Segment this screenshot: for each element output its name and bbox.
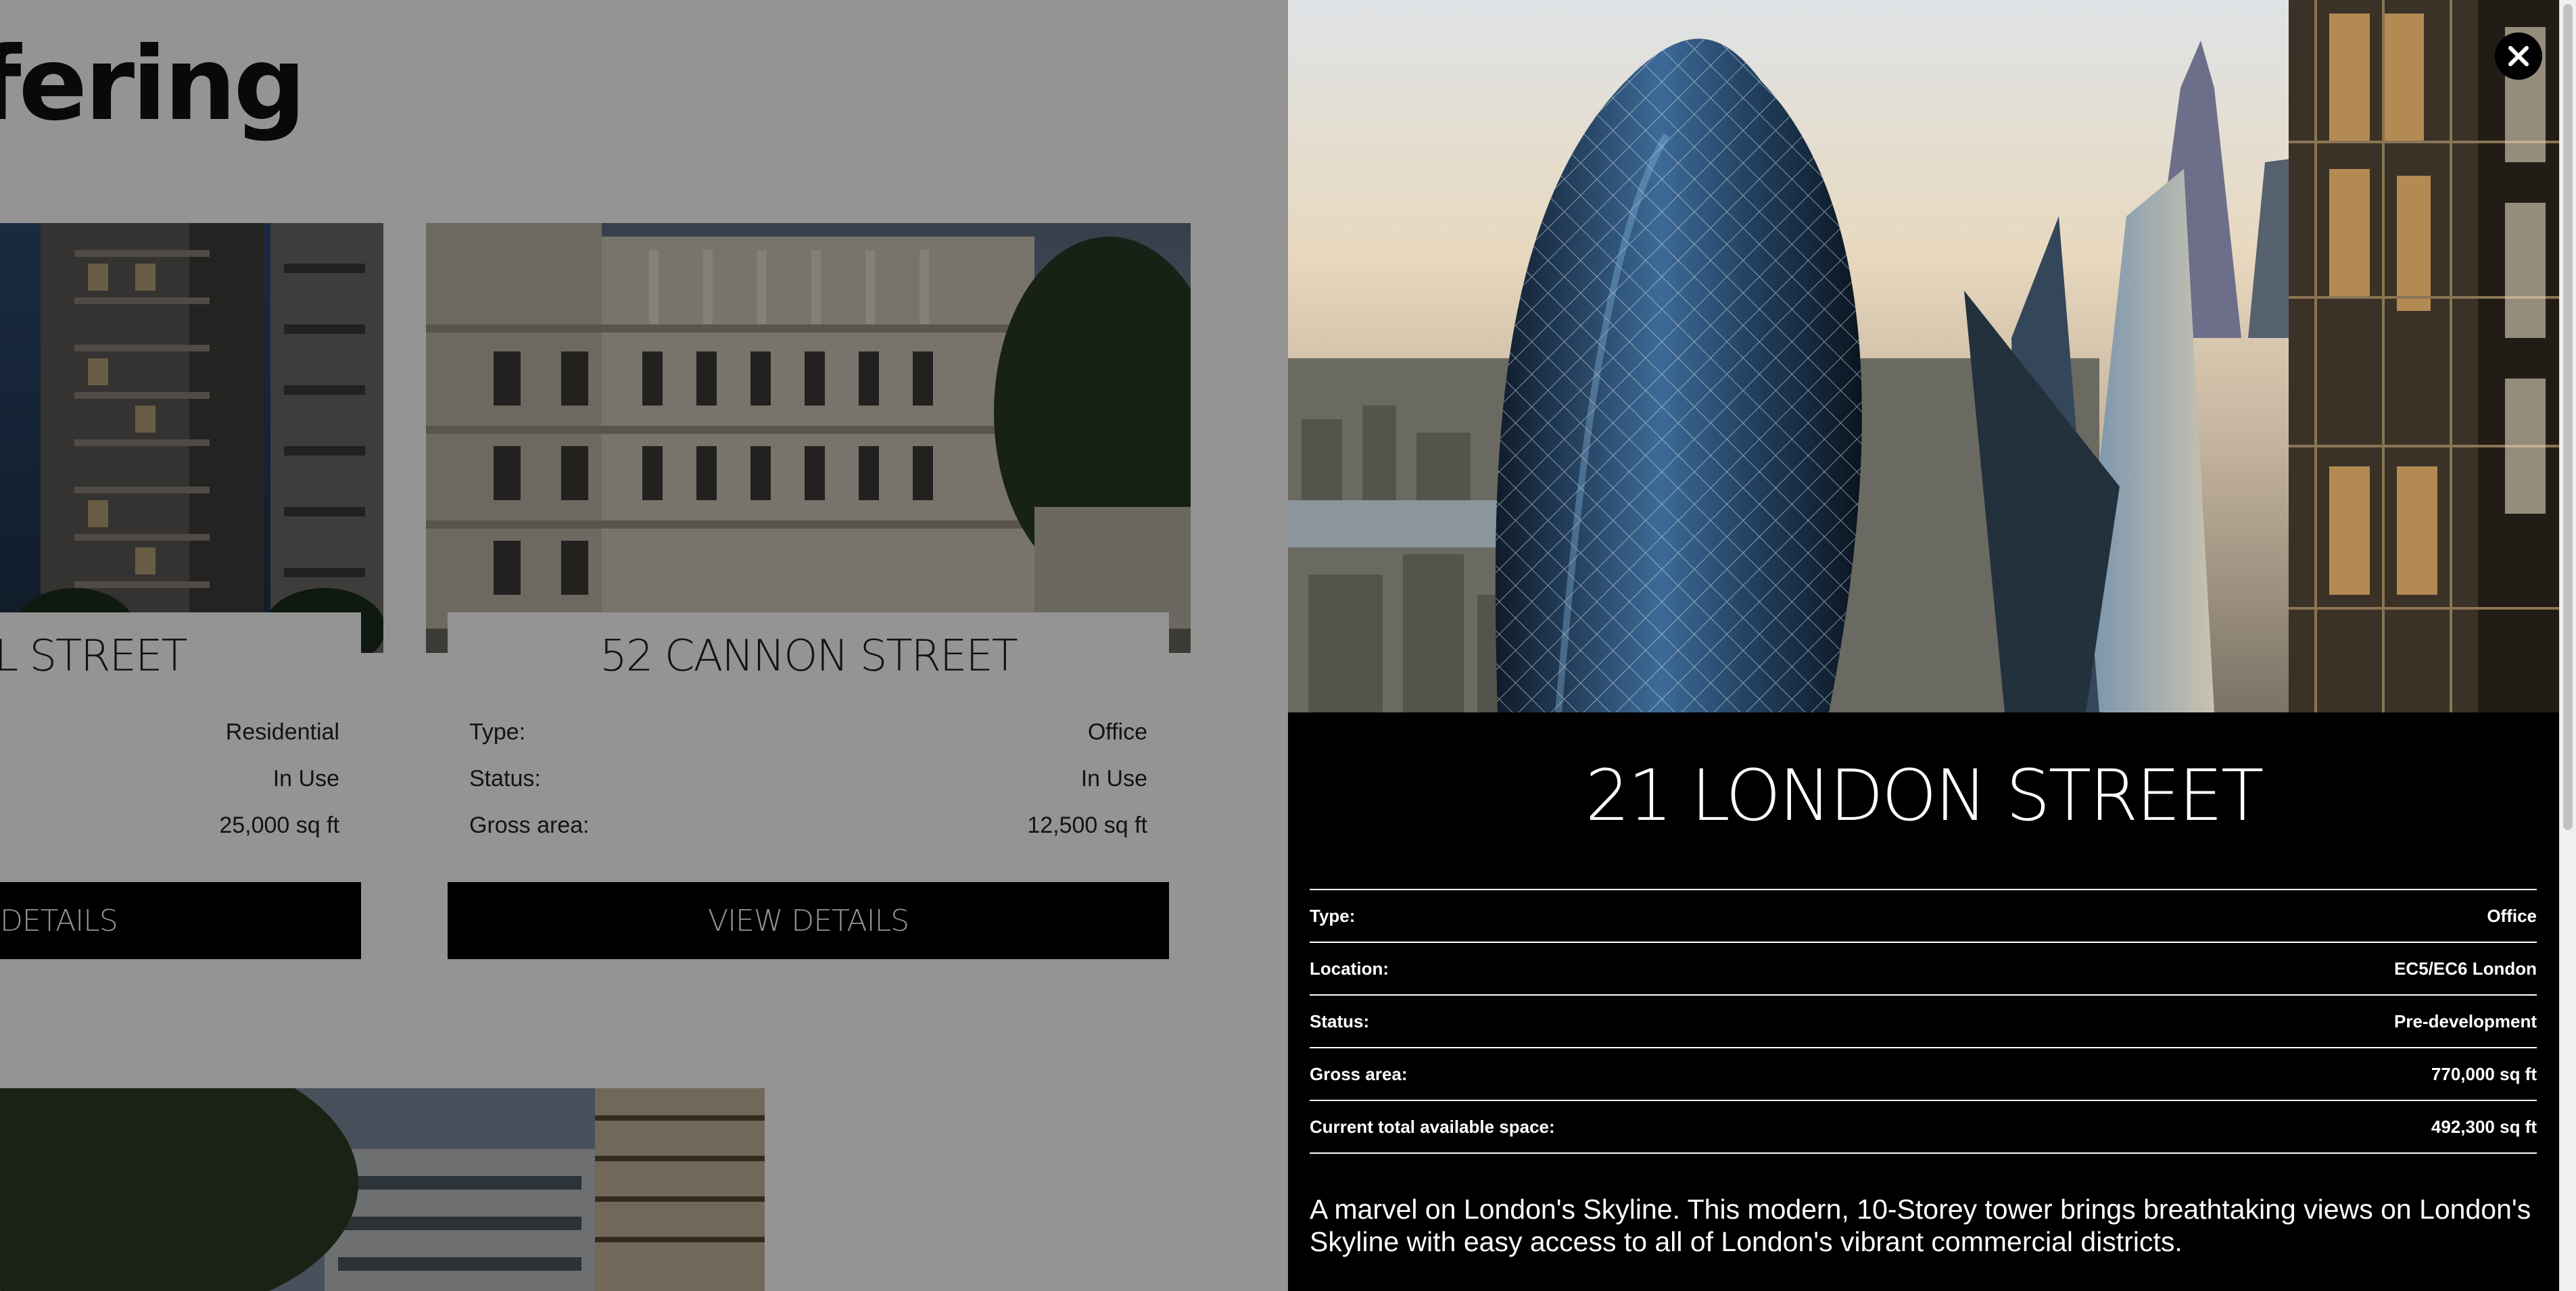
detail-label: Gross area: bbox=[1310, 1063, 1408, 1084]
close-icon bbox=[2508, 46, 2529, 66]
property-title: 21 LONDON STREET bbox=[1585, 754, 2264, 837]
property-hero-image bbox=[1288, 0, 2559, 712]
detail-label: Location: bbox=[1310, 958, 1389, 979]
detail-value: Pre-development bbox=[2394, 1010, 2537, 1031]
modal-backdrop[interactable] bbox=[0, 0, 1288, 1291]
detail-row: Type: Office bbox=[1310, 890, 2537, 943]
detail-value: EC5/EC6 London bbox=[2394, 958, 2537, 979]
scrollbar-thumb[interactable] bbox=[2563, 4, 2573, 830]
scrollbar[interactable] bbox=[2559, 0, 2576, 1291]
detail-row: Status: Pre-development bbox=[1310, 996, 2537, 1048]
detail-value: 492,300 sq ft bbox=[2431, 1116, 2537, 1137]
detail-value: Office bbox=[2487, 905, 2537, 926]
detail-label: Type: bbox=[1310, 905, 1356, 926]
detail-value: 770,000 sq ft bbox=[2431, 1063, 2537, 1084]
property-description: A marvel on London's Skyline. This moder… bbox=[1310, 1194, 2531, 1257]
detail-row: Current total available space: 492,300 s… bbox=[1310, 1101, 2537, 1154]
close-modal-button[interactable] bbox=[2495, 32, 2542, 80]
property-details-table: Type: Office Location: EC5/EC6 London St… bbox=[1310, 889, 2537, 1154]
detail-label: Current total available space: bbox=[1310, 1116, 1555, 1137]
detail-label: Status: bbox=[1310, 1010, 1370, 1031]
property-detail-modal: 21 LONDON STREET Type: Office Location: … bbox=[1288, 0, 2559, 1291]
detail-row: Gross area: 770,000 sq ft bbox=[1310, 1048, 2537, 1101]
detail-row: Location: EC5/EC6 London bbox=[1310, 943, 2537, 996]
